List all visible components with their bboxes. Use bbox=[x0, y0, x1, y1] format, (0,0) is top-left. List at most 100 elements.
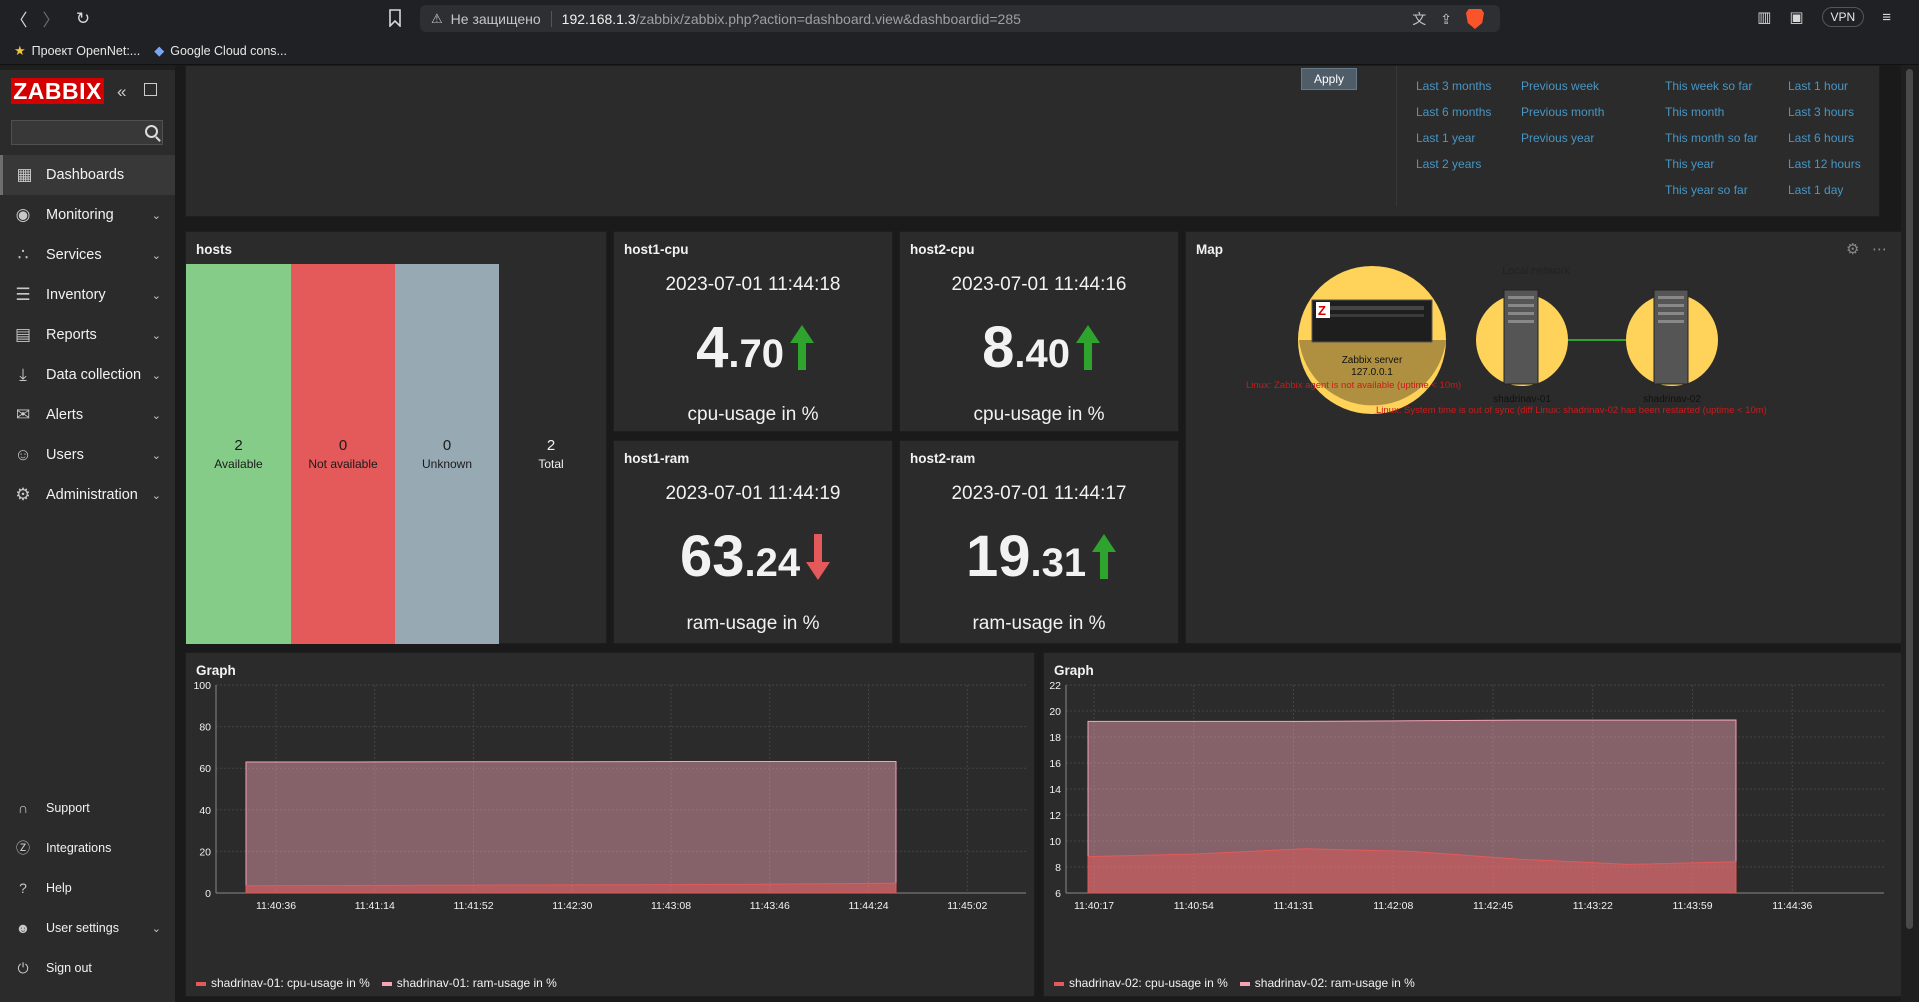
graph-widget-2: Graph 22 20 18 16 14 12 10 8 6 11:40:17 11:40:54 11… bbox=[1043, 652, 1905, 997]
y-tick-label: 40 bbox=[199, 805, 211, 817]
menu-label: Integrations bbox=[46, 841, 112, 855]
time-range-link[interactable]: This year bbox=[1665, 156, 1758, 182]
vpn-button[interactable]: VPN bbox=[1821, 7, 1865, 27]
reload-icon[interactable]: ↻ bbox=[70, 6, 96, 32]
time-range-link[interactable]: Last 2 years bbox=[1416, 156, 1491, 182]
collapse-sidebar-icon[interactable]: « bbox=[117, 82, 126, 102]
host2-node[interactable]: shadrinav-02 bbox=[1626, 289, 1718, 405]
address-bar[interactable]: ⚠ Не защищено 192.168.1.3 /zabbix/zabbix… bbox=[420, 5, 1500, 32]
time-range-link[interactable]: Last 1 hour bbox=[1788, 78, 1861, 104]
label: Unknown bbox=[421, 457, 473, 471]
time-range-link[interactable]: Previous year bbox=[1521, 130, 1604, 156]
bookmark-icon[interactable] bbox=[388, 9, 406, 29]
menu-alerts[interactable]: ✉ Alerts ⌄ bbox=[0, 395, 175, 435]
widget-title: host1-ram bbox=[624, 451, 690, 466]
page-scrollbar[interactable] bbox=[1901, 65, 1919, 1002]
time-range-column: This week so far This month This month s… bbox=[1665, 78, 1758, 208]
search-field[interactable] bbox=[11, 120, 163, 145]
search-icon[interactable] bbox=[145, 125, 158, 138]
menu-dashboards[interactable]: ▦ Dashboards bbox=[0, 155, 175, 195]
time-range-link[interactable]: This month bbox=[1665, 104, 1758, 130]
time-range-link[interactable]: Previous week bbox=[1521, 78, 1604, 104]
menu-reports[interactable]: ▤ Reports ⌄ bbox=[0, 315, 175, 355]
hosts-unknown-bar[interactable]: 0 Unknown bbox=[395, 264, 499, 644]
share-icon[interactable]: ⇪ bbox=[1440, 11, 1452, 28]
translate-icon[interactable]: 文 bbox=[1412, 9, 1426, 29]
chevron-down-icon: ⌄ bbox=[151, 409, 161, 422]
menu-user-settings[interactable]: ☻ User settings ⌄ bbox=[0, 908, 175, 948]
apply-button[interactable]: Apply bbox=[1301, 68, 1357, 90]
item-value-widget: host2-ram 2023-07-01 11:44:17 19 .31 ram… bbox=[899, 440, 1179, 644]
time-range-link[interactable]: Last 6 hours bbox=[1788, 130, 1861, 156]
chevron-down-icon: ⌄ bbox=[151, 249, 161, 262]
menu-data-collection[interactable]: ⤓ Data collection ⌄ bbox=[0, 355, 175, 395]
bookmark-opennet[interactable]: ★ Проект OpenNet:... bbox=[14, 43, 140, 59]
headset-icon: ∩ bbox=[17, 800, 29, 816]
main-menu: ▦ Dashboards ◉ Monitoring ⌄ ∴ Services ⌄… bbox=[0, 155, 175, 515]
bottom-menu: ∩ Support Ⓩ Integrations ? Help ☻ User s… bbox=[0, 788, 175, 988]
widget-title: host2-ram bbox=[910, 451, 976, 466]
legend-swatch bbox=[196, 981, 206, 986]
value-integer: 4 bbox=[696, 315, 729, 380]
item-value: 19 .31 bbox=[900, 523, 1178, 590]
hosts-not-available-bar[interactable]: 0 Not available bbox=[291, 264, 395, 644]
menu-services[interactable]: ∴ Services ⌄ bbox=[0, 235, 175, 275]
power-icon: ⏻ bbox=[17, 959, 29, 976]
item-timestamp: 2023-07-01 11:44:19 bbox=[665, 483, 841, 504]
hosts-available-bar[interactable]: 2 Available bbox=[186, 264, 291, 644]
menu-monitoring[interactable]: ◉ Monitoring ⌄ bbox=[0, 195, 175, 235]
user-icon: ☻ bbox=[15, 920, 31, 936]
menu-label: Support bbox=[46, 801, 90, 815]
kiosk-mode-icon[interactable] bbox=[144, 83, 157, 96]
time-range-link[interactable]: This year so far bbox=[1665, 182, 1758, 208]
search-input[interactable] bbox=[12, 121, 140, 144]
y-tick-label: 60 bbox=[199, 763, 211, 775]
graph-1-chart[interactable]: 100 80 60 40 20 0 11:40:36 11:41:14 11:41:52 11:4… bbox=[186, 653, 1036, 998]
legend-item: shadrinav-01: cpu-usage in % bbox=[196, 976, 370, 990]
time-range-link[interactable]: Last 3 months bbox=[1416, 78, 1491, 104]
menu-icon[interactable]: ≡ bbox=[1882, 9, 1891, 26]
wallet-icon[interactable]: ▣ bbox=[1789, 8, 1803, 26]
time-range-link[interactable]: Last 12 hours bbox=[1788, 156, 1861, 182]
menu-inventory[interactable]: ☰ Inventory ⌄ bbox=[0, 275, 175, 315]
menu-label: Help bbox=[46, 881, 72, 895]
sidebar-toggle-icon[interactable]: ▥ bbox=[1757, 8, 1771, 26]
menu-integrations[interactable]: Ⓩ Integrations bbox=[0, 828, 175, 868]
time-range-link[interactable]: Last 6 months bbox=[1416, 104, 1491, 130]
time-range-link[interactable]: This week so far bbox=[1665, 78, 1758, 104]
time-range-link[interactable]: Last 3 hours bbox=[1788, 104, 1861, 130]
address-actions: 文 ⇪ bbox=[1412, 9, 1484, 29]
time-range-link[interactable]: Last 1 day bbox=[1788, 182, 1861, 208]
menu-sign-out[interactable]: ⏻ Sign out bbox=[0, 948, 175, 988]
value-decimal: .70 bbox=[728, 332, 784, 376]
menu-help[interactable]: ? Help bbox=[0, 868, 175, 908]
time-range-link[interactable]: This month so far bbox=[1665, 130, 1758, 156]
zabbix-logo[interactable]: ZABBIX bbox=[11, 78, 104, 104]
menu-users[interactable]: ☺ Users ⌄ bbox=[0, 435, 175, 475]
back-icon[interactable]: 〈 bbox=[6, 6, 32, 32]
host1-node[interactable]: shadrinav-01 bbox=[1476, 289, 1568, 405]
time-range-link[interactable]: Last 1 year bbox=[1416, 130, 1491, 156]
problem-label-1: Linux: Zabbix agent is not available (up… bbox=[1246, 380, 1461, 391]
menu-administration[interactable]: ⚙ Administration ⌄ bbox=[0, 475, 175, 515]
insecure-label: Не защищено bbox=[450, 10, 541, 27]
host1-label: shadrinav-01 bbox=[1493, 394, 1551, 405]
graph-2-chart[interactable]: 22 20 18 16 14 12 10 8 6 11:40:17 11:40:54 11:41:31… bbox=[1044, 653, 1906, 998]
menu-label: Administration bbox=[46, 487, 138, 503]
value-integer: 8 bbox=[982, 315, 1015, 380]
bookmark-google-cloud[interactable]: ◆ Google Cloud cons... bbox=[154, 43, 287, 59]
value-integer: 19 bbox=[965, 524, 1031, 589]
graph-legend: shadrinav-01: cpu-usage in % shadrinav-0… bbox=[196, 976, 557, 990]
legend-swatch bbox=[1239, 981, 1250, 986]
legend-item: shadrinav-02: ram-usage in % bbox=[1239, 976, 1415, 990]
x-tick-label: 11:40:17 bbox=[1074, 900, 1114, 912]
dashboard-icon: ▦ bbox=[16, 165, 33, 184]
brave-shield-icon[interactable] bbox=[1466, 9, 1484, 29]
item-description: cpu-usage in % bbox=[973, 404, 1105, 425]
bookmarks-bar: ★ Проект OpenNet:... ◆ Google Cloud cons… bbox=[0, 37, 1919, 65]
scroll-thumb[interactable] bbox=[1906, 69, 1913, 929]
forward-icon[interactable]: 〉 bbox=[38, 6, 64, 32]
zabbix-server-node[interactable]: Z Zabbix server 127.0.0.1 bbox=[1298, 266, 1446, 414]
menu-support[interactable]: ∩ Support bbox=[0, 788, 175, 828]
time-range-link[interactable]: Previous month bbox=[1521, 104, 1604, 130]
